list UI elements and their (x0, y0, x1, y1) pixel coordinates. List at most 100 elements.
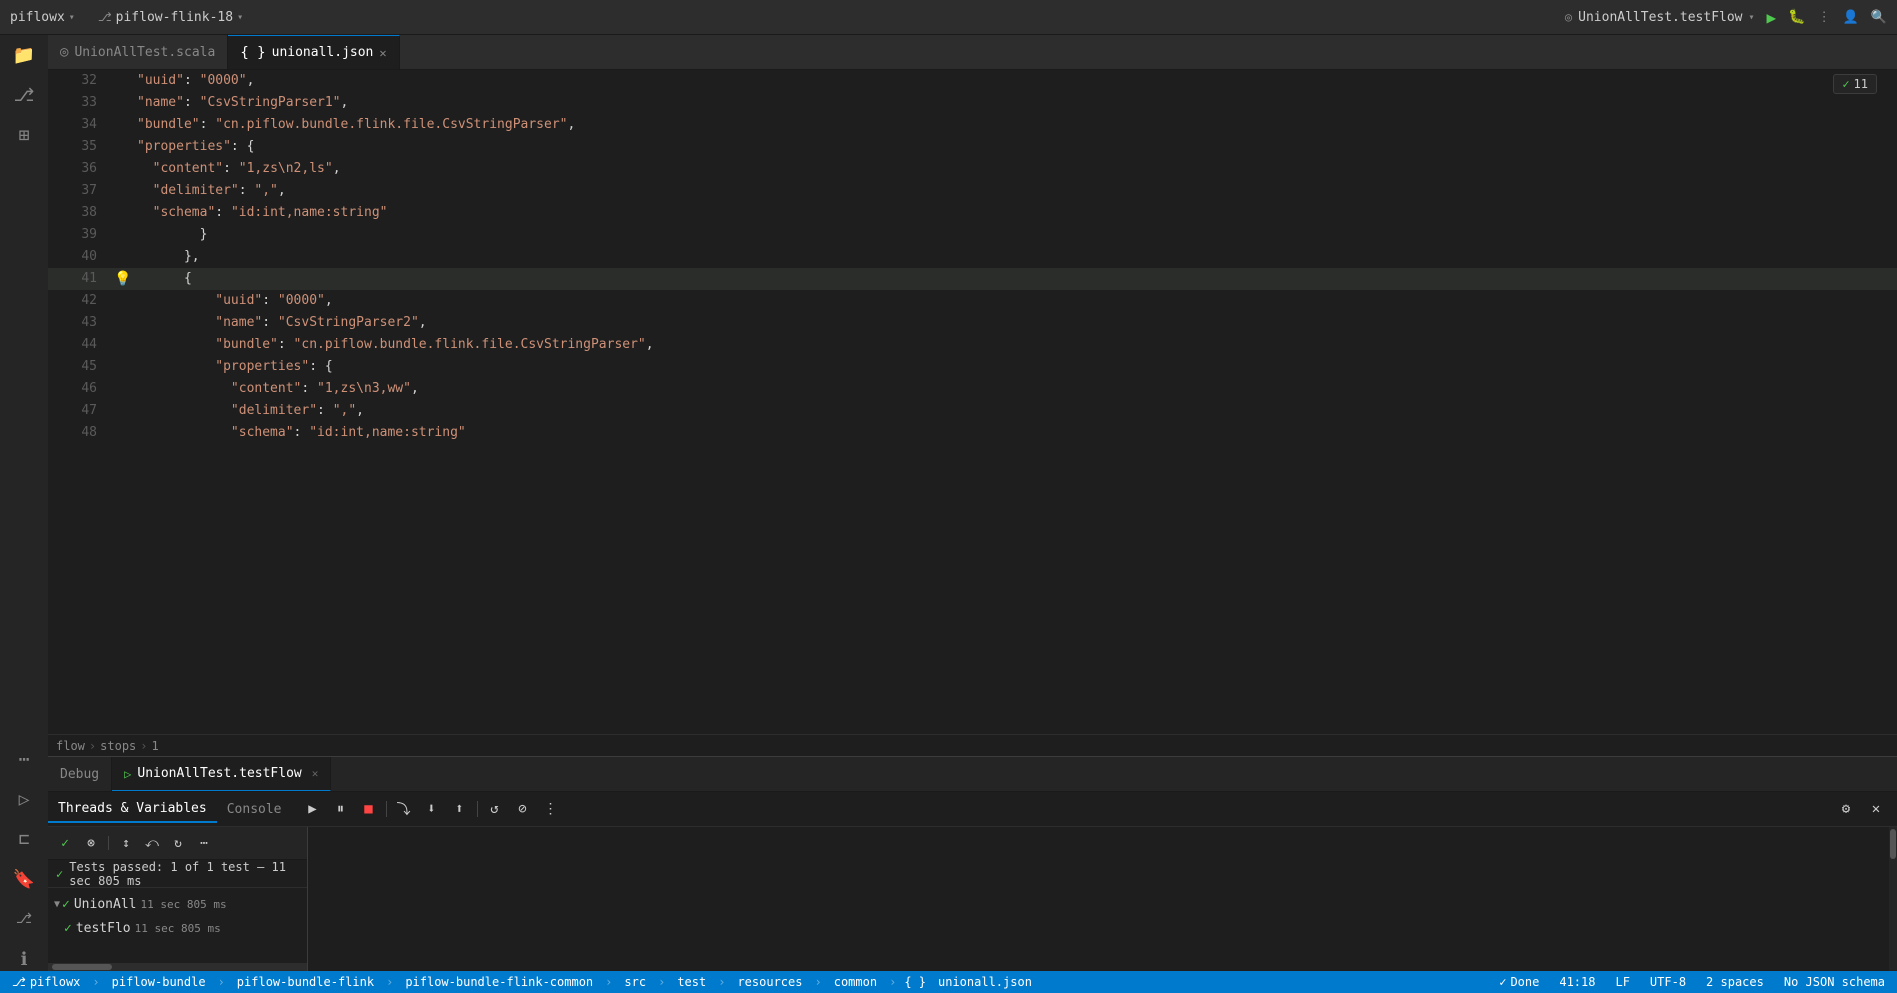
line-content-33: "name": "CsvStringParser1", (133, 92, 1897, 114)
test-item-testflow[interactable]: ✓ testFlo 11 sec 805 ms (48, 916, 307, 940)
code-line-47: 47 "delimiter": ",", (48, 400, 1897, 422)
bookmark-icon[interactable]: 🔖 (12, 867, 36, 891)
extensions-icon[interactable]: ⊞ (12, 123, 36, 147)
status-project1[interactable]: piflow-bundle (108, 971, 210, 993)
status-position[interactable]: 41:18 (1555, 971, 1599, 993)
tab-json[interactable]: { } unionall.json ✕ (228, 35, 399, 69)
step-into-btn[interactable]: ⬇ (419, 798, 445, 820)
test-restart-btn[interactable]: ↻ (167, 832, 189, 854)
code-line-39: 39 } (48, 224, 1897, 246)
test-sort-btn[interactable]: ↕ (115, 832, 137, 854)
status-done[interactable]: ✓ Done (1495, 971, 1543, 993)
step-over-btn[interactable]: ⤵ (391, 798, 417, 820)
debug-toolbar: ▶ ⏸ ■ ⤵ ⬇ ⬆ ↺ ⊘ ⋮ (300, 798, 564, 820)
status-eol[interactable]: LF (1611, 971, 1633, 993)
status-sep-4: › (605, 975, 612, 989)
test-toolbar: ✓ ⊗ ↕ ⤺ ↻ ⋯ (48, 827, 307, 860)
test-item-unionall[interactable]: ▼ ✓ UnionAll 11 sec 805 ms (48, 892, 307, 916)
structure-icon[interactable]: ⊏ (12, 827, 36, 851)
stop-btn[interactable]: ■ (356, 798, 382, 820)
info-icon[interactable]: ℹ (12, 947, 36, 971)
debug-scrollbar-thumb[interactable] (1890, 829, 1896, 859)
explorer-icon[interactable]: 📁 (12, 43, 36, 67)
code-line-48: 48 "schema": "id:int,name:string" (48, 422, 1897, 444)
close-panel-btn[interactable]: ✕ (1863, 798, 1889, 820)
search-icon[interactable]: 🔍 (1871, 10, 1887, 25)
more-tools-icon[interactable]: ⋯ (12, 747, 36, 771)
mute-btn[interactable]: ⊘ (510, 798, 536, 820)
breadcrumb-flow[interactable]: flow (56, 739, 85, 753)
run-config-name: UnionAllTest.testFlow (1578, 10, 1742, 25)
settings-btn[interactable]: ⚙ (1833, 798, 1859, 820)
title-bar-right: ◎ UnionAllTest.testFlow ▾ ▶ 🐛 ⋮ 👤 🔍 (1565, 8, 1887, 27)
status-branch-label: piflowx (30, 975, 81, 989)
status-eol-label: LF (1615, 975, 1629, 989)
status-resources[interactable]: resources (733, 971, 806, 993)
bulb-icon[interactable]: 💡 (114, 268, 131, 290)
tab-scala[interactable]: ◎ UnionAllTest.scala (48, 35, 228, 69)
gutter-46 (113, 378, 133, 400)
account-icon[interactable]: 👤 (1843, 10, 1859, 25)
test-label-testflow: testFlo (76, 921, 131, 936)
branch-selector[interactable]: ⎇ piflow-flink-18 ▾ (98, 10, 243, 25)
test-collapse-btn[interactable]: ⤺ (141, 832, 163, 854)
status-indent[interactable]: 2 spaces (1702, 971, 1768, 993)
debug-run-icon[interactable]: ▷ (12, 787, 36, 811)
debug-button[interactable]: 🐛 (1788, 9, 1805, 25)
status-schema-label: No JSON schema (1784, 975, 1885, 989)
gutter-35 (113, 136, 133, 158)
test-scrollbar-thumb[interactable] (52, 964, 112, 970)
run-button[interactable]: ▶ (1767, 8, 1777, 27)
more-button[interactable]: ⋮ (1818, 10, 1831, 25)
status-common[interactable]: common (830, 971, 881, 993)
tab-scala-label: UnionAllTest.scala (74, 45, 215, 60)
line-num-42: 42 (48, 290, 113, 312)
tab-json-close[interactable]: ✕ (379, 46, 386, 60)
test-stop-btn[interactable]: ⊗ (80, 832, 102, 854)
status-branch[interactable]: ⎇ piflowx (8, 971, 84, 993)
status-test[interactable]: test (673, 971, 710, 993)
debug-right-scrollbar[interactable] (1889, 827, 1897, 971)
code-editor[interactable]: ✓ 11 32 "uuid": "0000", 33 "name": "CsvS… (48, 70, 1897, 734)
status-src[interactable]: src (620, 971, 650, 993)
breadcrumb-stops[interactable]: stops (100, 739, 136, 753)
rerun-btn[interactable]: ↺ (482, 798, 508, 820)
pause-btn[interactable]: ⏸ (328, 798, 354, 820)
gutter-32 (113, 70, 133, 92)
gutter-34 (113, 114, 133, 136)
debug-tab-debug[interactable]: Debug (48, 757, 112, 791)
git2-icon[interactable]: ⎇ (12, 907, 36, 931)
status-schema[interactable]: No JSON schema (1780, 971, 1889, 993)
status-project2[interactable]: piflow-bundle-flink (233, 971, 378, 993)
test-pass-testflow: ✓ (64, 921, 72, 936)
resume-btn[interactable]: ▶ (300, 798, 326, 820)
line-num-38: 38 (48, 202, 113, 224)
git-icon[interactable]: ⎇ (12, 83, 36, 107)
project-selector[interactable]: piflowx ▾ (10, 10, 75, 25)
line-content-47: "delimiter": ",", (133, 400, 1897, 422)
debug-tab-close[interactable]: ✕ (312, 767, 319, 780)
console-tab[interactable]: Console (217, 795, 292, 823)
test-time-unionall: 11 sec 805 ms (140, 898, 226, 911)
test-panel-scrollbar[interactable] (48, 963, 307, 971)
more-debug-btn[interactable]: ⋮ (538, 798, 564, 820)
breadcrumb-index[interactable]: 1 (152, 739, 159, 753)
status-filename[interactable]: unionall.json (934, 971, 1036, 993)
status-encoding[interactable]: UTF-8 (1646, 971, 1690, 993)
run-config[interactable]: ◎ UnionAllTest.testFlow ▾ (1565, 10, 1755, 25)
test-check-btn[interactable]: ✓ (54, 832, 76, 854)
test-tree[interactable]: ▼ ✓ UnionAll 11 sec 805 ms ✓ testFlo 11 … (48, 888, 307, 963)
status-done-icon: ✓ (1499, 975, 1506, 989)
test-toolbar-sep-1 (108, 836, 109, 850)
test-more-btn[interactable]: ⋯ (193, 832, 215, 854)
debug-tab-unionall[interactable]: ▷ UnionAllTest.testFlow ✕ (112, 757, 331, 791)
code-line-33: 33 "name": "CsvStringParser1", (48, 92, 1897, 114)
line-num-40: 40 (48, 246, 113, 268)
status-project3[interactable]: piflow-bundle-flink-common (401, 971, 597, 993)
step-out-btn[interactable]: ⬆ (447, 798, 473, 820)
test-expand-unionall[interactable]: ▼ (54, 899, 60, 910)
debug-toolbar-sep-2 (477, 801, 478, 817)
code-line-32: 32 "uuid": "0000", (48, 70, 1897, 92)
line-num-37: 37 (48, 180, 113, 202)
threads-vars-tab[interactable]: Threads & Variables (48, 795, 217, 823)
